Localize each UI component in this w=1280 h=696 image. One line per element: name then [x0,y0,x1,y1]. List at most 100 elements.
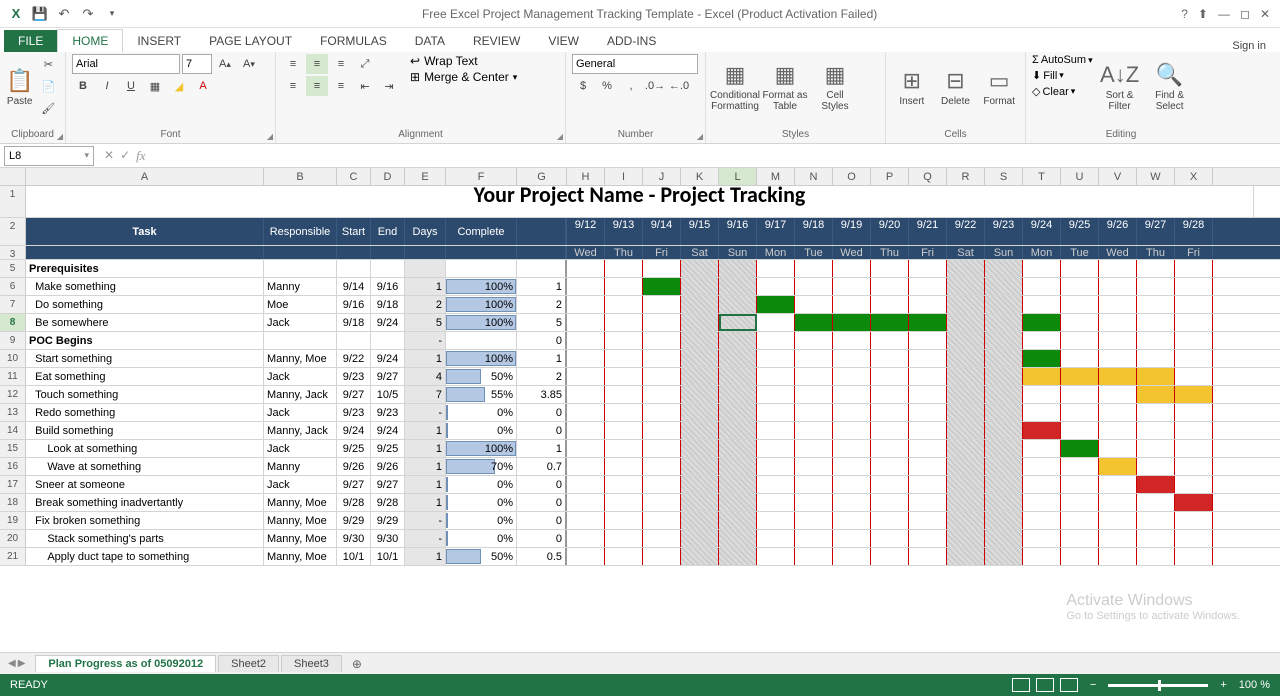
cell-task[interactable]: Touch something [26,386,264,403]
new-sheet-button[interactable]: ⊕ [344,657,370,671]
gantt-cell[interactable] [795,386,833,403]
cell-end[interactable]: 9/27 [371,476,405,493]
gantt-cell[interactable] [719,296,757,313]
cell-end[interactable] [371,332,405,349]
gantt-cell[interactable] [757,332,795,349]
gantt-cell[interactable] [909,296,947,313]
gantt-cell[interactable] [1175,296,1213,313]
cell-end[interactable]: 9/26 [371,458,405,475]
gantt-cell[interactable] [985,440,1023,457]
align-middle-icon[interactable]: ≡ [306,54,328,74]
gantt-cell[interactable] [871,260,909,277]
cell-end[interactable]: 9/25 [371,440,405,457]
gantt-cell[interactable] [567,440,605,457]
col-header-V[interactable]: V [1099,168,1137,185]
gantt-cell[interactable] [947,512,985,529]
zoom-out-icon[interactable]: − [1090,679,1096,691]
gantt-cell[interactable] [567,494,605,511]
gantt-cell[interactable] [1137,458,1175,475]
gantt-cell[interactable] [757,440,795,457]
gantt-cell[interactable] [643,368,681,385]
cell-start[interactable]: 9/26 [337,458,371,475]
gantt-cell[interactable] [1175,368,1213,385]
cell-days[interactable]: 1 [405,278,446,295]
gantt-cell[interactable] [1023,404,1061,421]
font-size-combo[interactable] [182,54,212,74]
gantt-cell[interactable] [985,476,1023,493]
gantt-cell[interactable] [795,314,833,331]
gantt-cell[interactable] [985,386,1023,403]
gantt-cell[interactable] [605,494,643,511]
gantt-cell[interactable] [1061,332,1099,349]
gantt-cell[interactable] [605,350,643,367]
cell-days[interactable]: 1 [405,476,446,493]
cell-g[interactable]: 1 [517,440,567,457]
cut-icon[interactable]: ✂ [37,54,59,74]
cell-task[interactable]: POC Begins [26,332,264,349]
gantt-cell[interactable] [795,368,833,385]
gantt-cell[interactable] [643,314,681,331]
gantt-cell[interactable] [757,386,795,403]
gantt-cell[interactable] [1137,332,1175,349]
gantt-cell[interactable] [947,440,985,457]
row-header-5[interactable]: 5 [0,260,26,277]
cell-g[interactable]: 0 [517,422,567,439]
cell-resp[interactable]: Jack [264,440,337,457]
gantt-cell[interactable] [605,530,643,547]
cell-complete[interactable]: 0% [446,530,517,547]
cell-days[interactable]: 4 [405,368,446,385]
gantt-cell[interactable] [757,350,795,367]
gantt-cell[interactable] [605,260,643,277]
gantt-cell[interactable] [1023,368,1061,385]
tab-file[interactable]: FILE [4,30,57,52]
font-color-icon[interactable]: A [192,76,214,96]
gantt-cell[interactable] [947,296,985,313]
row-header-17[interactable]: 17 [0,476,26,493]
close-icon[interactable]: ✕ [1260,7,1270,21]
find-select-button[interactable]: 🔍Find & Select [1147,54,1193,120]
gantt-cell[interactable] [947,332,985,349]
gantt-cell[interactable] [681,404,719,421]
fill-button[interactable]: ⬇ Fill ▾ [1032,69,1093,82]
gantt-cell[interactable] [567,296,605,313]
col-header-M[interactable]: M [757,168,795,185]
gantt-cell[interactable] [1061,386,1099,403]
zoom-level[interactable]: 100 % [1239,679,1270,691]
gantt-cell[interactable] [567,476,605,493]
cell-complete[interactable]: 0% [446,404,517,421]
cell-complete[interactable]: 0% [446,422,517,439]
bold-button[interactable]: B [72,76,94,96]
col-header-G[interactable]: G [517,168,567,185]
cell-complete[interactable] [446,260,517,277]
tab-review[interactable]: REVIEW [459,30,534,52]
cell-complete[interactable]: 0% [446,512,517,529]
gantt-cell[interactable] [985,350,1023,367]
cell-task[interactable]: Fix broken something [26,512,264,529]
gantt-cell[interactable] [1099,440,1137,457]
row-header-12[interactable]: 12 [0,386,26,403]
cell-task[interactable]: Look at something [26,440,264,457]
align-right-icon[interactable]: ≡ [330,76,352,96]
help-icon[interactable]: ? [1181,7,1188,21]
gantt-cell[interactable] [1137,512,1175,529]
zoom-slider[interactable] [1108,684,1208,687]
tab-addins[interactable]: ADD-INS [593,30,670,52]
col-header-N[interactable]: N [795,168,833,185]
cell-g[interactable]: 0 [517,530,567,547]
accounting-icon[interactable]: $ [572,76,594,96]
gantt-cell[interactable] [605,296,643,313]
cell-resp[interactable]: Manny, Moe [264,350,337,367]
cell-g[interactable]: 2 [517,368,567,385]
gantt-cell[interactable] [833,350,871,367]
cell-g[interactable]: 0 [517,512,567,529]
cell-start[interactable]: 9/16 [337,296,371,313]
gantt-cell[interactable] [719,476,757,493]
row-header-3[interactable]: 3 [0,246,26,259]
gantt-cell[interactable] [1061,494,1099,511]
gantt-cell[interactable] [643,440,681,457]
gantt-cell[interactable] [1099,458,1137,475]
cell-start[interactable] [337,332,371,349]
cell-complete[interactable]: 0% [446,476,517,493]
cell-complete[interactable]: 50% [446,548,517,565]
cell-end[interactable]: 9/23 [371,404,405,421]
